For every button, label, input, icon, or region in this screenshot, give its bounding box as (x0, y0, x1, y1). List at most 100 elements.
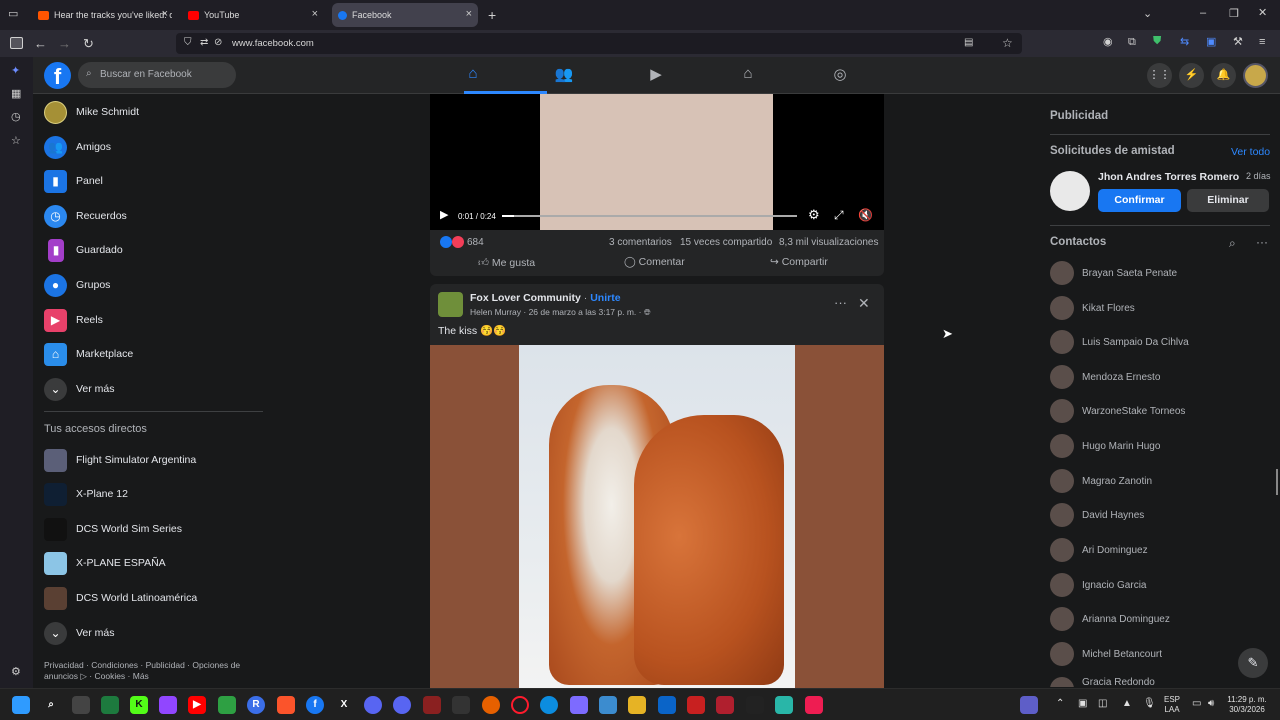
app-icon-photos[interactable] (599, 696, 617, 714)
sidebar-item-grupos[interactable]: ● Grupos (44, 270, 110, 300)
more-options-icon[interactable]: ··· (834, 296, 847, 309)
marketplace-nav-icon[interactable]: ⌂ (733, 65, 763, 82)
sidebar-item-recuerdos[interactable]: ◷ Recuerdos (44, 201, 127, 231)
tray-icon[interactable]: ▣ (1078, 699, 1087, 709)
ai-sparkle-icon[interactable]: ✦ (11, 66, 20, 77)
friends-nav-icon[interactable]: 👥 (549, 65, 579, 83)
reactions-count[interactable]: 684 (467, 237, 484, 248)
contact-item[interactable]: Luis Sampaio Da Cihlva (1050, 330, 1189, 354)
account-icon[interactable]: ◉ (1103, 37, 1113, 48)
permissions-icon[interactable]: ⇄ (200, 38, 208, 48)
comment-button[interactable]: ◯ Comentar (624, 256, 685, 268)
mute-icon[interactable]: 🔇 (858, 209, 873, 221)
notification-app-icon[interactable] (1020, 696, 1038, 714)
sidebar-item-marketplace[interactable]: ⌂ Marketplace (44, 339, 133, 369)
translator-icon[interactable]: ▣ (1206, 37, 1216, 48)
like-button[interactable]: 👍︎ Me gusta (478, 256, 535, 269)
bookmarks-icon[interactable]: ☆ (11, 136, 21, 147)
tiktok-icon[interactable] (805, 696, 823, 714)
minimize-icon[interactable]: – (1200, 8, 1206, 19)
profile-avatar[interactable] (1243, 63, 1268, 88)
twitch-icon[interactable] (159, 696, 177, 714)
sidebar-item-amigos[interactable]: 👥 Amigos (44, 132, 111, 162)
new-tab-button[interactable]: + (488, 8, 496, 22)
volume-icon[interactable]: 🔊︎ (1208, 699, 1214, 709)
menu-icon[interactable]: ≡ (1259, 37, 1265, 48)
scrollbar-thumb[interactable] (1276, 469, 1278, 495)
tab-soundcloud[interactable]: Hear the tracks you've liked: on × (32, 3, 174, 27)
contact-item[interactable]: Gracia Redondo (1050, 677, 1155, 687)
close-icon[interactable]: × (312, 8, 318, 20)
reload-icon[interactable]: ↻ (83, 37, 94, 50)
app-icon-warning[interactable] (746, 696, 764, 714)
app-icon-r[interactable]: R (247, 696, 265, 714)
network-icon[interactable]: ▭ (1192, 699, 1201, 709)
translate-icon[interactable]: ⇆ (1180, 37, 1189, 48)
extensions-icon[interactable]: ⧉ (1128, 37, 1136, 48)
video-progress-track[interactable] (502, 215, 797, 217)
clock[interactable]: 11:29 p. m. 30/3/2026 (1222, 695, 1272, 715)
close-icon[interactable]: ✕ (858, 296, 870, 310)
close-icon[interactable]: × (466, 8, 472, 20)
fullscreen-icon[interactable]: ⤢ (834, 209, 844, 221)
home-icon[interactable]: ⌂ (458, 65, 488, 82)
contact-item[interactable]: Michel Betancourt (1050, 642, 1162, 666)
contact-item[interactable]: Brayan Saeta Penate (1050, 261, 1177, 285)
discord-alt-icon[interactable] (393, 696, 411, 714)
footer-links[interactable]: Privacidad · Condiciones · Publicidad · … (44, 660, 264, 682)
sidebar-item-panel[interactable]: ▮ Panel (44, 166, 103, 196)
post-author-time[interactable]: Helen Murray · 26 de marzo a las 3:17 p.… (470, 307, 644, 317)
tray-icon[interactable]: ▲ (1122, 699, 1132, 709)
reader-view-icon[interactable]: ▤ (964, 38, 973, 48)
star-icon[interactable]: ☆ (1002, 37, 1013, 49)
edge-icon[interactable] (540, 696, 558, 714)
groups-nav-icon[interactable]: ◎ (825, 65, 855, 83)
new-message-button[interactable]: ✎ (1238, 648, 1268, 678)
x-icon[interactable]: X (335, 696, 353, 714)
video-nav-icon[interactable]: ▶ (641, 65, 671, 83)
opera-icon[interactable] (511, 696, 529, 714)
app-icon-game[interactable] (423, 696, 441, 714)
notifications-icon[interactable]: 🔔 (1211, 63, 1236, 88)
back-icon[interactable]: ← (34, 37, 47, 50)
tray-icon[interactable]: ◫ (1098, 699, 1107, 709)
restore-icon[interactable]: ❐ (1229, 9, 1239, 20)
url-input[interactable]: ⛉ ⇄ ⊘ www.facebook.com ▤ ☆ (176, 33, 1022, 54)
app-icon-copilot[interactable] (570, 696, 588, 714)
facebook-icon[interactable]: f (306, 696, 324, 714)
confirm-button[interactable]: Confirmar (1098, 189, 1181, 212)
windows-start-icon[interactable] (12, 696, 30, 714)
reading-list-icon[interactable]: ▦ (11, 89, 21, 100)
sidebar-item-profile[interactable]: Mike Schmidt (44, 97, 139, 127)
search-icon[interactable]: ⌕ (1229, 237, 1236, 249)
shortcut-dcs-world-sim-series[interactable]: DCS World Sim Series (44, 514, 182, 544)
more-options-icon[interactable]: ··· (1256, 236, 1268, 248)
contact-item[interactable]: David Haynes (1050, 503, 1144, 527)
request-name[interactable]: Jhon Andres Torres Romero (1098, 171, 1239, 183)
contact-item[interactable]: Arianna Dominguez (1050, 607, 1170, 631)
app-icon-kick[interactable]: K (130, 696, 148, 714)
app-icon-red[interactable] (687, 696, 705, 714)
forward-icon[interactable]: → (58, 37, 71, 50)
delete-button[interactable]: Eliminar (1187, 189, 1269, 212)
discord-icon[interactable] (364, 696, 382, 714)
request-avatar[interactable] (1050, 171, 1090, 211)
post-image[interactable] (430, 345, 884, 688)
history-icon[interactable]: ◷ (11, 112, 21, 123)
app-icon-green[interactable] (218, 696, 236, 714)
chevron-down-icon[interactable]: ⌄ (1143, 9, 1152, 20)
youtube-icon[interactable]: ▶ (188, 696, 206, 714)
contact-item[interactable]: Mendoza Ernesto (1050, 365, 1160, 389)
shortcut-dcs-world-latinoamerica[interactable]: DCS World Latinoamérica (44, 583, 197, 613)
sidebar-item-ver-mas[interactable]: ⌄ Ver más (44, 374, 115, 404)
shield-extension-icon[interactable]: ⛊ (1153, 36, 1161, 47)
contact-item[interactable]: Magrao Zanotin (1050, 469, 1152, 493)
shortcuts-ver-mas[interactable]: ⌄ Ver más (44, 618, 115, 648)
camera-off-icon[interactable]: ⊘ (214, 38, 222, 48)
microphone-icon[interactable]: 🎙︎ (1143, 699, 1156, 709)
shortcut-x-plane-12[interactable]: X-Plane 12 (44, 479, 128, 509)
settings-icon[interactable]: ⚙ (11, 667, 21, 678)
shortcut-x-plane-espana[interactable]: X-PLANE ESPAÑA (44, 548, 166, 578)
contact-item[interactable]: WarzoneStake Torneos (1050, 399, 1185, 423)
app-icon-excel[interactable] (101, 696, 119, 714)
